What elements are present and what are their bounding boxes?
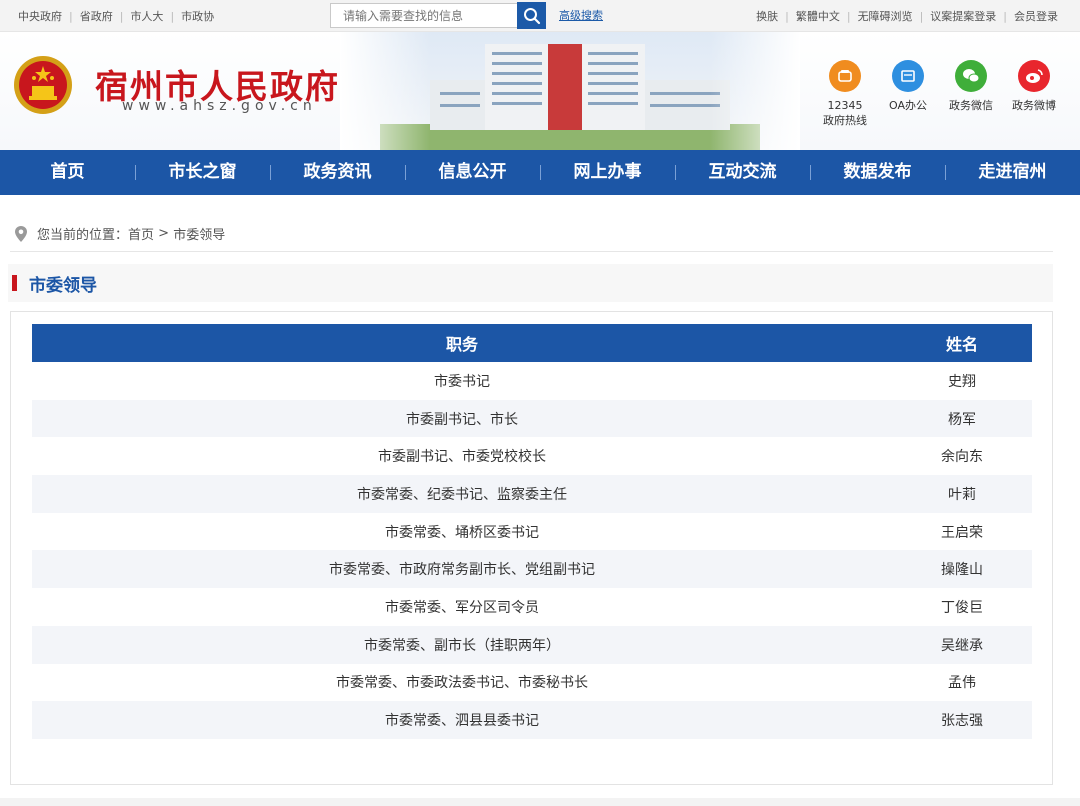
cell-name: 操隆山: [892, 550, 1032, 589]
nav-online-services[interactable]: 网上办事: [540, 150, 675, 195]
link-city-congress[interactable]: 市人大: [130, 8, 163, 24]
cell-name: 王启荣: [941, 524, 983, 541]
advanced-search-link[interactable]: 高级搜索: [559, 0, 603, 32]
tool-weibo[interactable]: 政务微博: [1004, 60, 1064, 113]
section-title: 市委领导: [29, 275, 97, 296]
cell-name: 吴继承: [892, 625, 1032, 664]
cell-name: 张志强: [892, 701, 1032, 739]
tool-wechat[interactable]: 政务微信: [941, 60, 1001, 113]
breadcrumb-home-link[interactable]: 首页: [128, 224, 154, 243]
main-nav: 首页 市长之窗 政务资讯 信息公开 网上办事 互动交流 数据发布 走进宿州: [0, 150, 1080, 195]
leaders-table: 职务 姓名 市委书记 史翔 市委副书记、市长 杨军 市委副书记、市委党校校长 余向东 …: [32, 324, 1032, 739]
cell-position: 市委常委、纪委书记、监察委主任: [32, 475, 892, 513]
section-header: 市委领导: [8, 264, 1053, 302]
tool-oa-label: OA办公: [889, 99, 927, 112]
cell-position: 市委常委、泗县县委书记: [32, 701, 892, 739]
cell-name: 孟伟: [948, 675, 976, 692]
link-accessibility[interactable]: 无障碍浏览: [858, 8, 913, 24]
nav-interaction[interactable]: 互动交流: [675, 150, 810, 195]
top-bar: 中央政府 | 省政府 | 市人大 | 市政协 高级搜索 换肤 | 繁體中文 | …: [0, 0, 1080, 32]
table-row: 市委副书记、市长 杨军: [32, 399, 1032, 438]
site-url: www.ahsz.gov.cn: [122, 98, 317, 114]
link-city-cppcc[interactable]: 市政协: [181, 8, 214, 24]
site-header: 宿州市人民政府 www.ahsz.gov.cn 12345 政府热线 OA办公 …: [0, 32, 1080, 150]
cell-position: 市委副书记、市长: [32, 399, 892, 438]
nav-about-suzhou[interactable]: 走进宿州: [945, 150, 1080, 195]
cell-name: 丁俊巨: [941, 599, 983, 616]
table-row: 市委常委、市政府常务副市长、党组副书记 操隆山: [32, 550, 1032, 589]
weibo-icon: [1018, 60, 1050, 92]
tool-oa[interactable]: OA办公: [878, 60, 938, 113]
nav-mayor-window[interactable]: 市长之窗: [135, 150, 270, 195]
tool-wechat-label: 政务微信: [949, 99, 993, 112]
nav-gov-news[interactable]: 政务资讯: [270, 150, 405, 195]
table-row: 市委书记 史翔: [32, 362, 1032, 400]
leaders-panel: 职务 姓名 市委书记 史翔 市委副书记、市长 杨军 市委副书记、市委党校校长 余向东 …: [10, 311, 1053, 785]
cell-position: 市委常委、埇桥区委书记: [385, 524, 539, 541]
nav-info-disclosure[interactable]: 信息公开: [405, 150, 540, 195]
tool-hotline-label1: 12345: [827, 99, 863, 112]
table-row: 市委副书记、市委党校校长 余向东: [32, 437, 1032, 475]
table-row: 市委常委、纪委书记、监察委主任 叶莉: [32, 475, 1032, 513]
table-row: 市委常委、军分区司令员 丁俊巨: [32, 588, 1032, 626]
tool-hotline[interactable]: 12345 政府热线: [815, 60, 875, 128]
cell-name: 史翔: [948, 373, 976, 390]
page-bottom-strip: [0, 798, 1080, 806]
link-traditional-chinese[interactable]: 繁體中文: [796, 8, 840, 24]
phone-icon: [829, 60, 861, 92]
location-pin-icon: [15, 225, 27, 242]
table-header-row: 职务 姓名: [32, 324, 1032, 362]
search-button[interactable]: [517, 2, 546, 29]
link-central-gov[interactable]: 中央政府: [18, 8, 62, 24]
nav-data-release[interactable]: 数据发布: [810, 150, 945, 195]
top-links-right: 换肤 | 繁體中文 | 无障碍浏览 | 议案提案登录 | 会员登录: [756, 8, 1058, 24]
link-proposal-login[interactable]: 议案提案登录: [930, 8, 996, 24]
cell-name: 杨军: [892, 399, 1032, 438]
oa-icon: [892, 60, 924, 92]
breadcrumb-separator: >: [154, 226, 174, 241]
search-input[interactable]: [330, 3, 518, 28]
cell-position: 市委常委、副市长（挂职两年）: [32, 625, 892, 664]
nav-home[interactable]: 首页: [0, 150, 135, 195]
breadcrumb-current-link[interactable]: 市委领导: [173, 224, 225, 243]
wechat-icon: [955, 60, 987, 92]
search-icon: [523, 7, 540, 24]
cell-position: 市委常委、市政府常务副市长、党组副书记: [32, 550, 892, 589]
cell-position: 市委常委、市委政法委书记、市委秘书长: [336, 675, 588, 692]
cell-name: 叶莉: [892, 475, 1032, 513]
link-province-gov[interactable]: 省政府: [80, 8, 113, 24]
section-accent-bar: [12, 275, 17, 291]
tool-weibo-label: 政务微博: [1012, 99, 1056, 112]
header-position: 职务: [32, 324, 892, 362]
top-links-left: 中央政府 | 省政府 | 市人大 | 市政协: [18, 8, 215, 24]
cell-position: 市委副书记、市委党校校长: [378, 449, 546, 466]
cell-position: 市委常委、军分区司令员: [385, 599, 539, 616]
city-hall-banner-image: [340, 32, 800, 150]
cell-name: 余向东: [941, 449, 983, 466]
table-row: 市委常委、泗县县委书记 张志强: [32, 701, 1032, 739]
breadcrumb: 您当前的位置： 首页 > 市委领导: [10, 216, 1053, 252]
link-skin[interactable]: 换肤: [756, 8, 778, 24]
tool-hotline-label2: 政府热线: [823, 114, 867, 127]
cell-position: 市委书记: [434, 373, 490, 390]
link-member-login[interactable]: 会员登录: [1014, 8, 1058, 24]
breadcrumb-prefix: 您当前的位置：: [37, 228, 129, 243]
table-row: 市委常委、副市长（挂职两年） 吴继承: [32, 625, 1032, 664]
table-row: 市委常委、市委政法委书记、市委秘书长 孟伟: [32, 664, 1032, 702]
header-name: 姓名: [892, 324, 1032, 362]
table-row: 市委常委、埇桥区委书记 王启荣: [32, 513, 1032, 551]
national-emblem-icon[interactable]: [12, 54, 74, 116]
